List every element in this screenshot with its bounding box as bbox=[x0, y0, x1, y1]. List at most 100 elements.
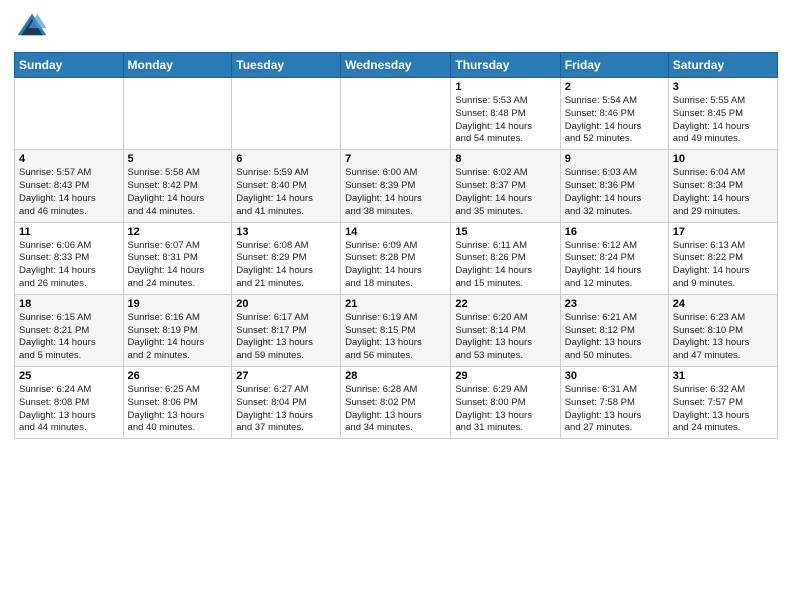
day-cell: 22 Sunrise: 6:20 AM Sunset: 8:14 PM Dayli… bbox=[451, 294, 560, 366]
day-info: Sunrise: 6:24 AM Sunset: 8:08 PM Dayligh… bbox=[19, 384, 119, 435]
day-cell: 27 Sunrise: 6:27 AM Sunset: 8:04 PM Dayli… bbox=[232, 367, 341, 439]
day-info: Sunrise: 5:59 AM Sunset: 8:40 PM Dayligh… bbox=[236, 167, 336, 218]
day-cell: 4Sunrise: 5:57 AM Sunset: 8:43 PM Daylig… bbox=[15, 150, 124, 222]
day-info: Sunrise: 5:54 AM Sunset: 8:46 PM Dayligh… bbox=[565, 95, 664, 146]
logo bbox=[14, 10, 54, 46]
day-number: 31 bbox=[673, 370, 773, 382]
day-info: Sunrise: 6:04 AM Sunset: 8:34 PM Dayligh… bbox=[673, 167, 773, 218]
day-cell: 6 Sunrise: 5:59 AM Sunset: 8:40 PM Daylig… bbox=[232, 150, 341, 222]
day-info: Sunrise: 6:19 AM Sunset: 8:15 PM Dayligh… bbox=[345, 312, 446, 363]
day-info: Sunrise: 6:07 AM Sunset: 8:31 PM Dayligh… bbox=[128, 240, 228, 291]
day-info: Sunrise: 6:31 AM Sunset: 7:58 PM Dayligh… bbox=[565, 384, 664, 435]
day-info: Sunrise: 6:09 AM Sunset: 8:28 PM Dayligh… bbox=[345, 240, 446, 291]
day-number: 17 bbox=[673, 226, 773, 238]
calendar-header-row: SundayMondayTuesdayWednesdayThursdayFrid… bbox=[15, 53, 778, 78]
col-header-wednesday: Wednesday bbox=[341, 53, 451, 78]
day-cell: 29 Sunrise: 6:29 AM Sunset: 8:00 PM Dayli… bbox=[451, 367, 560, 439]
day-cell: 5 Sunrise: 5:58 AM Sunset: 8:42 PM Daylig… bbox=[123, 150, 232, 222]
day-info: Sunrise: 5:55 AM Sunset: 8:45 PM Dayligh… bbox=[673, 95, 773, 146]
day-number: 3 bbox=[673, 81, 773, 93]
day-cell: 30 Sunrise: 6:31 AM Sunset: 7:58 PM Dayli… bbox=[560, 367, 668, 439]
day-number: 30 bbox=[565, 370, 664, 382]
day-info: Sunrise: 6:12 AM Sunset: 8:24 PM Dayligh… bbox=[565, 240, 664, 291]
calendar-table: SundayMondayTuesdayWednesdayThursdayFrid… bbox=[14, 52, 778, 439]
day-number: 18 bbox=[19, 298, 119, 310]
day-info: Sunrise: 6:08 AM Sunset: 8:29 PM Dayligh… bbox=[236, 240, 336, 291]
day-number: 12 bbox=[128, 226, 228, 238]
day-info: Sunrise: 5:53 AM Sunset: 8:48 PM Dayligh… bbox=[455, 95, 555, 146]
day-cell: 10 Sunrise: 6:04 AM Sunset: 8:34 PM Dayli… bbox=[668, 150, 777, 222]
week-row-5: 25Sunrise: 6:24 AM Sunset: 8:08 PM Dayli… bbox=[15, 367, 778, 439]
day-info: Sunrise: 6:13 AM Sunset: 8:22 PM Dayligh… bbox=[673, 240, 773, 291]
week-row-1: 1Sunrise: 5:53 AM Sunset: 8:48 PM Daylig… bbox=[15, 78, 778, 150]
col-header-thursday: Thursday bbox=[451, 53, 560, 78]
week-row-3: 11 Sunrise: 6:06 AM Sunset: 8:33 PM Dayli… bbox=[15, 222, 778, 294]
day-number: 28 bbox=[345, 370, 446, 382]
day-info: Sunrise: 6:06 AM Sunset: 8:33 PM Dayligh… bbox=[19, 240, 119, 291]
day-number: 16 bbox=[565, 226, 664, 238]
day-cell: 20 Sunrise: 6:17 AM Sunset: 8:17 PM Dayli… bbox=[232, 294, 341, 366]
day-number: 11 bbox=[19, 226, 119, 238]
day-cell: 7 Sunrise: 6:00 AM Sunset: 8:39 PM Daylig… bbox=[341, 150, 451, 222]
day-cell: 28 Sunrise: 6:28 AM Sunset: 8:02 PM Dayli… bbox=[341, 367, 451, 439]
day-number: 7 bbox=[345, 153, 446, 165]
day-cell: 11 Sunrise: 6:06 AM Sunset: 8:33 PM Dayli… bbox=[15, 222, 124, 294]
day-info: Sunrise: 6:20 AM Sunset: 8:14 PM Dayligh… bbox=[455, 312, 555, 363]
day-info: Sunrise: 6:29 AM Sunset: 8:00 PM Dayligh… bbox=[455, 384, 555, 435]
col-header-monday: Monday bbox=[123, 53, 232, 78]
day-info: Sunrise: 6:25 AM Sunset: 8:06 PM Dayligh… bbox=[128, 384, 228, 435]
day-cell: 23 Sunrise: 6:21 AM Sunset: 8:12 PM Dayli… bbox=[560, 294, 668, 366]
col-header-tuesday: Tuesday bbox=[232, 53, 341, 78]
day-cell: 31 Sunrise: 6:32 AM Sunset: 7:57 PM Dayli… bbox=[668, 367, 777, 439]
day-info: Sunrise: 6:16 AM Sunset: 8:19 PM Dayligh… bbox=[128, 312, 228, 363]
day-number: 2 bbox=[565, 81, 664, 93]
col-header-saturday: Saturday bbox=[668, 53, 777, 78]
day-cell: 21Sunrise: 6:19 AM Sunset: 8:15 PM Dayli… bbox=[341, 294, 451, 366]
day-info: Sunrise: 6:28 AM Sunset: 8:02 PM Dayligh… bbox=[345, 384, 446, 435]
week-row-2: 4Sunrise: 5:57 AM Sunset: 8:43 PM Daylig… bbox=[15, 150, 778, 222]
day-info: Sunrise: 5:57 AM Sunset: 8:43 PM Dayligh… bbox=[19, 167, 119, 218]
col-header-sunday: Sunday bbox=[15, 53, 124, 78]
day-cell: 12 Sunrise: 6:07 AM Sunset: 8:31 PM Dayli… bbox=[123, 222, 232, 294]
day-cell: 2 Sunrise: 5:54 AM Sunset: 8:46 PM Daylig… bbox=[560, 78, 668, 150]
day-number: 13 bbox=[236, 226, 336, 238]
day-cell: 8 Sunrise: 6:02 AM Sunset: 8:37 PM Daylig… bbox=[451, 150, 560, 222]
day-number: 5 bbox=[128, 153, 228, 165]
day-cell bbox=[123, 78, 232, 150]
day-info: Sunrise: 5:58 AM Sunset: 8:42 PM Dayligh… bbox=[128, 167, 228, 218]
day-info: Sunrise: 6:27 AM Sunset: 8:04 PM Dayligh… bbox=[236, 384, 336, 435]
day-number: 24 bbox=[673, 298, 773, 310]
day-cell: 9Sunrise: 6:03 AM Sunset: 8:36 PM Daylig… bbox=[560, 150, 668, 222]
day-info: Sunrise: 6:03 AM Sunset: 8:36 PM Dayligh… bbox=[565, 167, 664, 218]
day-info: Sunrise: 6:32 AM Sunset: 7:57 PM Dayligh… bbox=[673, 384, 773, 435]
day-number: 23 bbox=[565, 298, 664, 310]
day-info: Sunrise: 6:17 AM Sunset: 8:17 PM Dayligh… bbox=[236, 312, 336, 363]
day-number: 20 bbox=[236, 298, 336, 310]
day-info: Sunrise: 6:23 AM Sunset: 8:10 PM Dayligh… bbox=[673, 312, 773, 363]
day-number: 6 bbox=[236, 153, 336, 165]
day-cell: 13 Sunrise: 6:08 AM Sunset: 8:29 PM Dayli… bbox=[232, 222, 341, 294]
day-number: 8 bbox=[455, 153, 555, 165]
day-cell: 3 Sunrise: 5:55 AM Sunset: 8:45 PM Daylig… bbox=[668, 78, 777, 150]
day-number: 14 bbox=[345, 226, 446, 238]
day-cell: 18Sunrise: 6:15 AM Sunset: 8:21 PM Dayli… bbox=[15, 294, 124, 366]
week-row-4: 18Sunrise: 6:15 AM Sunset: 8:21 PM Dayli… bbox=[15, 294, 778, 366]
logo-icon bbox=[14, 10, 50, 46]
day-info: Sunrise: 6:00 AM Sunset: 8:39 PM Dayligh… bbox=[345, 167, 446, 218]
day-cell: 25Sunrise: 6:24 AM Sunset: 8:08 PM Dayli… bbox=[15, 367, 124, 439]
day-number: 19 bbox=[128, 298, 228, 310]
day-cell: 14 Sunrise: 6:09 AM Sunset: 8:28 PM Dayli… bbox=[341, 222, 451, 294]
day-info: Sunrise: 6:11 AM Sunset: 8:26 PM Dayligh… bbox=[455, 240, 555, 291]
day-cell bbox=[341, 78, 451, 150]
day-number: 22 bbox=[455, 298, 555, 310]
day-info: Sunrise: 6:21 AM Sunset: 8:12 PM Dayligh… bbox=[565, 312, 664, 363]
day-cell: 26 Sunrise: 6:25 AM Sunset: 8:06 PM Dayli… bbox=[123, 367, 232, 439]
day-info: Sunrise: 6:02 AM Sunset: 8:37 PM Dayligh… bbox=[455, 167, 555, 218]
day-cell: 24 Sunrise: 6:23 AM Sunset: 8:10 PM Dayli… bbox=[668, 294, 777, 366]
day-number: 26 bbox=[128, 370, 228, 382]
day-cell bbox=[232, 78, 341, 150]
day-number: 27 bbox=[236, 370, 336, 382]
day-number: 15 bbox=[455, 226, 555, 238]
day-number: 29 bbox=[455, 370, 555, 382]
day-number: 10 bbox=[673, 153, 773, 165]
